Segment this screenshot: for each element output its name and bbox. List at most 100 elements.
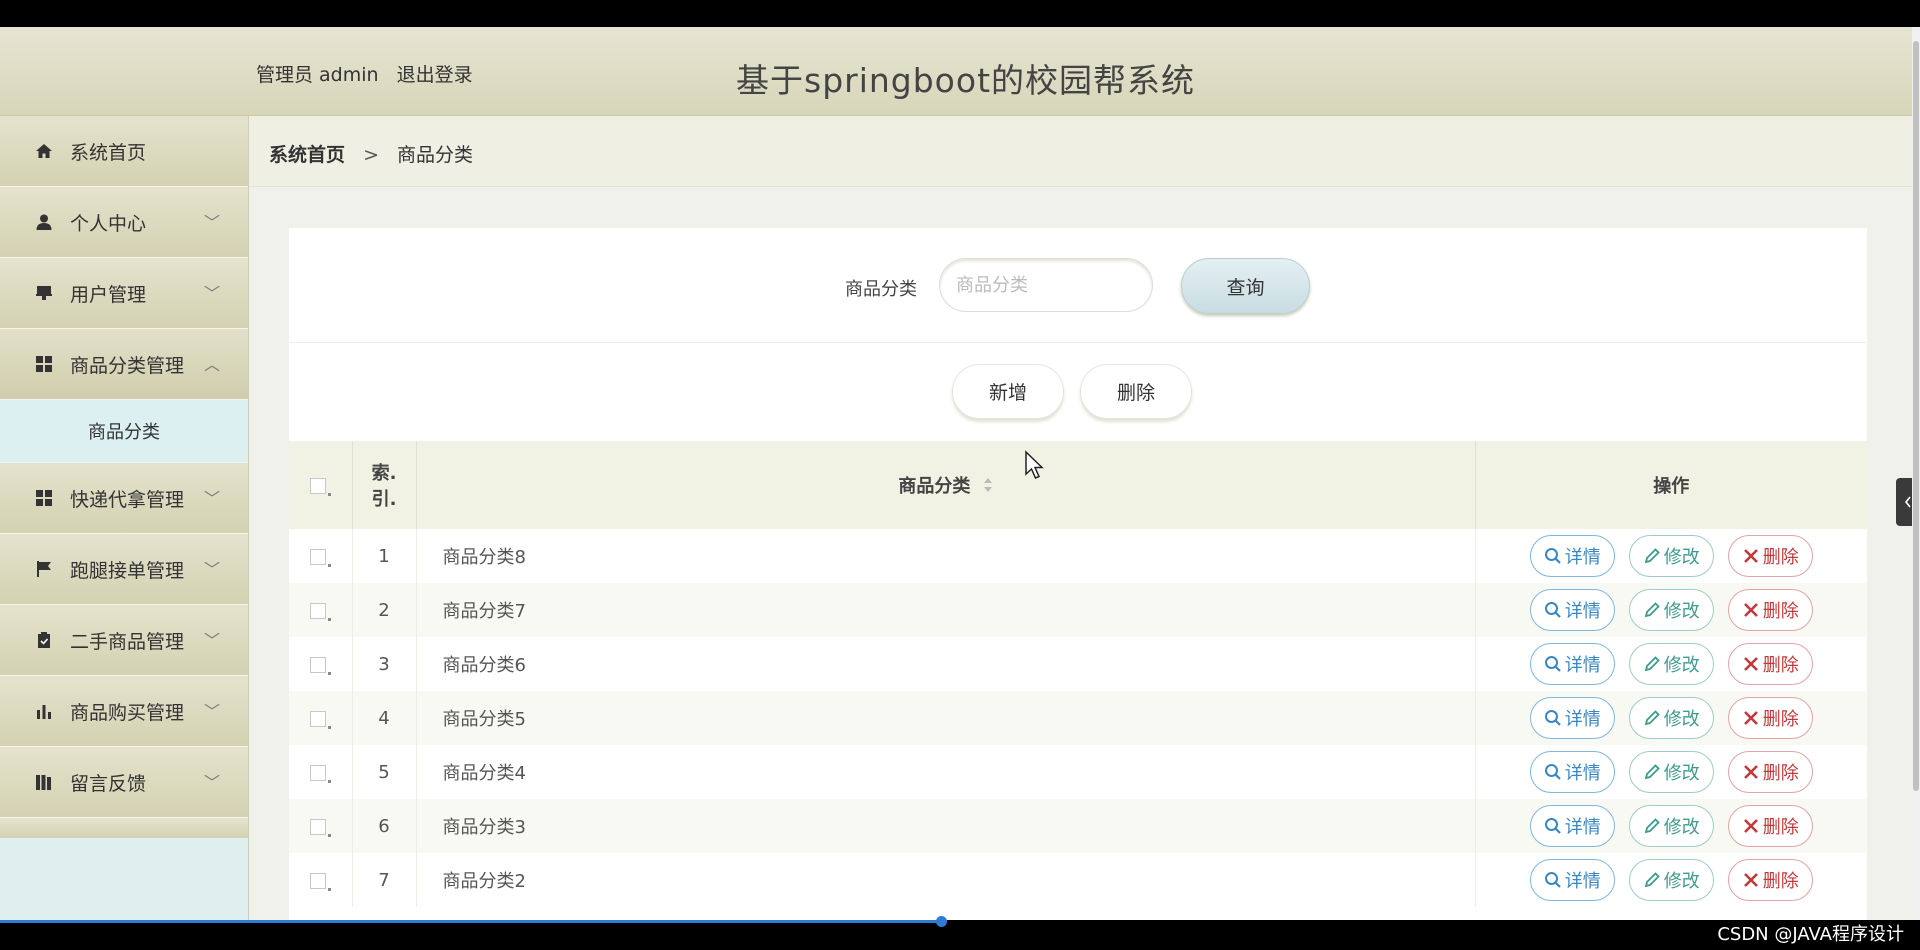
sidebar-item-label: 跑腿接单管理 [70,559,185,582]
row-checkbox[interactable] [309,602,326,619]
pencil-icon [1644,764,1660,780]
delete-button[interactable]: 删除 [1727,805,1813,847]
delete-label: 删除 [1762,763,1799,784]
chevron-down-icon: ﹀ [203,631,220,650]
admin-role: 管理员 admin [256,64,379,86]
select-all-cell [289,441,353,529]
search-icon [1544,818,1561,834]
row-checkbox[interactable] [309,818,326,835]
row-checkbox[interactable] [309,548,326,565]
sidebar-item-errand[interactable]: 跑腿接单管理 ﹀ [0,534,248,605]
edit-button[interactable]: 修改 [1628,535,1714,577]
search-row: 商品分类 查询 [289,228,1867,343]
detail-button[interactable]: 详情 [1529,859,1615,901]
batch-delete-button[interactable]: 删除 [1080,364,1192,419]
sidebar-item-express[interactable]: 快递代拿管理 ﹀ [0,463,248,534]
row-index: 7 [352,853,417,907]
sidebar-item-feedback[interactable]: 留言反馈 ﹀ [0,747,248,818]
logout-link[interactable]: 退出登录 [397,64,473,86]
close-icon [1742,655,1760,673]
search-icon [1544,655,1562,673]
delete-button[interactable]: 删除 [1727,535,1813,577]
close-icon [1742,709,1760,727]
add-button[interactable]: 新增 [952,364,1064,419]
row-category-name: 商品分类5 [416,691,1476,745]
sidebar-item-home[interactable]: 系统首页 [0,116,248,187]
delete-label: 删除 [1762,871,1799,892]
edit-label: 修改 [1663,871,1700,892]
pencil-icon [1644,710,1660,726]
edit-button[interactable]: 修改 [1628,643,1714,685]
edit-label: 修改 [1663,817,1700,838]
close-icon [1742,763,1760,781]
query-button[interactable]: 查询 [1181,258,1310,314]
delete-button[interactable]: 删除 [1727,859,1813,901]
sidebar-item-label: 二手商品管理 [70,630,185,653]
pencil-icon [1643,817,1661,835]
name-header-label: 商品分类 [898,476,971,497]
sidebar-item-category-management[interactable]: 商品分类管理 ︿ [0,329,248,400]
sidebar-item-profile[interactable]: 个人中心 ﹀ [0,187,248,258]
row-select-cell [289,691,353,745]
row-select-cell [289,745,353,799]
detail-button[interactable]: 详情 [1529,751,1615,793]
edit-button[interactable]: 修改 [1628,697,1714,739]
name-header[interactable]: 商品分类 [416,441,1476,529]
video-progress-knob[interactable] [935,916,947,927]
delete-label: 删除 [1762,709,1799,730]
row-operations: 详情 修改 删除 [1475,745,1867,799]
sort-icon[interactable] [983,477,993,498]
detail-label: 详情 [1564,601,1601,622]
search-icon [1544,656,1561,672]
index-header-line1: 索. [371,463,397,484]
close-icon [1743,819,1758,833]
sidebar-item-purchase[interactable]: 商品购买管理 ﹀ [0,676,248,747]
row-index: 5 [352,745,417,799]
delete-button[interactable]: 删除 [1727,697,1813,739]
detail-button[interactable]: 详情 [1529,697,1615,739]
breadcrumb-home[interactable]: 系统首页 [269,144,345,166]
delete-button[interactable]: 删除 [1727,751,1813,793]
detail-button[interactable]: 详情 [1529,535,1615,577]
chevron-down-icon: ﹀ [203,489,220,508]
row-select-cell [289,637,353,691]
sidebar-item-users[interactable]: 用户管理 ﹀ [0,258,248,329]
sidebar-subitem-category[interactable]: 商品分类 [0,400,248,463]
scrollbar-thumb[interactable] [1913,41,1919,791]
video-progress[interactable] [0,920,941,923]
app-title: 基于springboot的校园帮系统 [736,61,1196,100]
table-row: 1 商品分类8 详情 修改 删除 [289,529,1867,583]
side-toggle-button[interactable] [1896,478,1912,526]
sidebar-item-secondhand[interactable]: 二手商品管理 ﹀ [0,605,248,676]
row-index: 2 [352,583,417,637]
delete-button[interactable]: 删除 [1727,589,1813,631]
row-operations: 详情 修改 删除 [1475,529,1867,583]
close-icon [1743,603,1758,617]
close-icon [1743,765,1758,779]
close-icon [1743,657,1758,671]
detail-button[interactable]: 详情 [1529,805,1615,847]
scrollbar[interactable] [1912,27,1920,920]
select-all-checkbox[interactable] [309,477,326,494]
edit-button[interactable]: 修改 [1628,859,1714,901]
row-checkbox[interactable] [309,710,326,727]
sidebar-item-label: 系统首页 [70,141,147,164]
table-row: 5 商品分类4 详情 修改 删除 [289,745,1867,799]
close-icon [1743,711,1758,725]
edit-button[interactable]: 修改 [1628,589,1714,631]
chevron-down-icon: ﹀ [203,560,220,579]
edit-button[interactable]: 修改 [1628,805,1714,847]
search-input[interactable] [939,258,1153,312]
detail-button[interactable]: 详情 [1529,643,1615,685]
row-category-name: 商品分类8 [416,529,1476,583]
edit-button[interactable]: 修改 [1628,751,1714,793]
edit-label: 修改 [1663,601,1700,622]
delete-button[interactable]: 删除 [1727,643,1813,685]
detail-button[interactable]: 详情 [1529,589,1615,631]
row-checkbox[interactable] [309,656,326,673]
pencil-icon [1643,763,1661,781]
row-category-name: 商品分类6 [416,637,1476,691]
index-header: 索. 引. [352,441,417,529]
row-checkbox[interactable] [309,764,326,781]
row-checkbox[interactable] [309,872,326,889]
